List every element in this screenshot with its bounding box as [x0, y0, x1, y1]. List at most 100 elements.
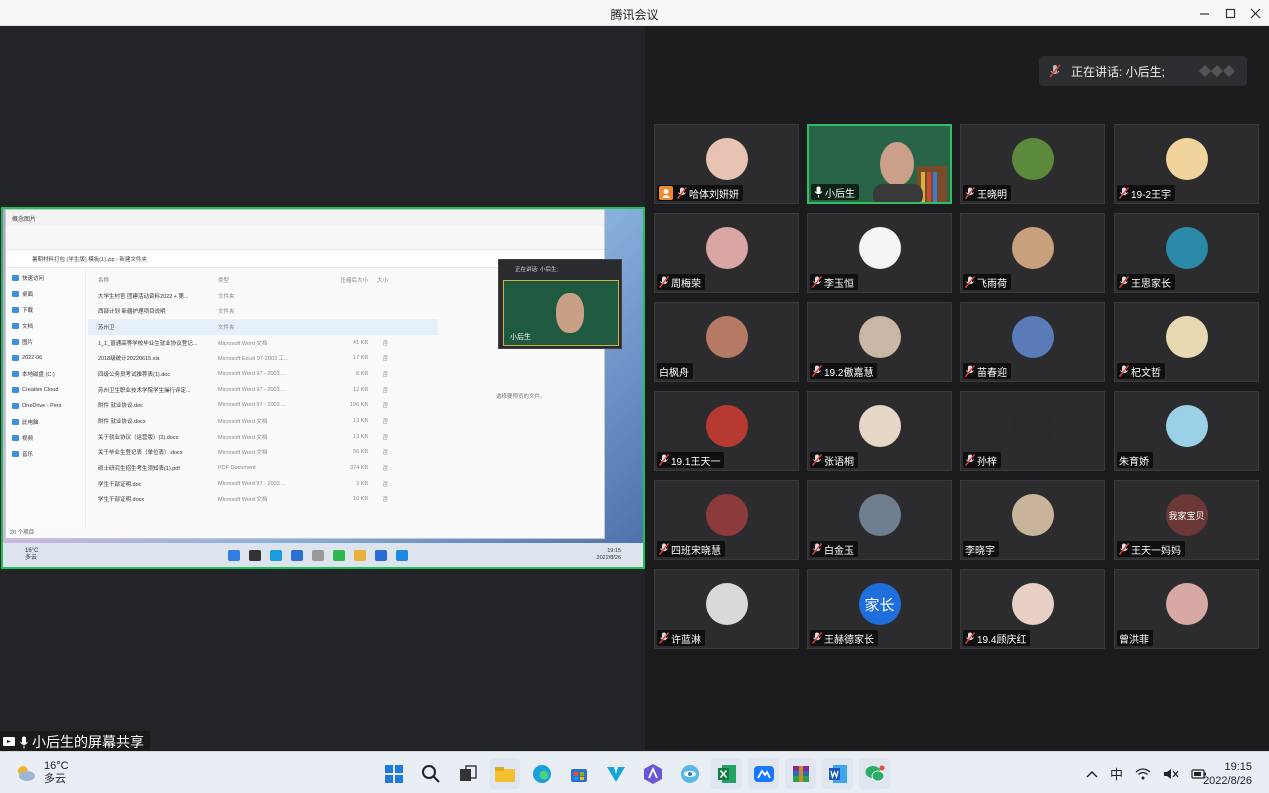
participant-tile[interactable]: 白金玉	[807, 480, 952, 560]
explorer-file-name: 关于就业协议（运营版）(2).docx	[98, 434, 179, 441]
participant-name: 李晓宇	[965, 545, 995, 557]
participant-tile[interactable]: 李晓宇	[960, 480, 1105, 560]
explorer-file-z: 否	[382, 387, 388, 394]
wechat-button[interactable]	[859, 758, 890, 789]
mic-muted-icon	[1119, 543, 1129, 555]
vector-app-button[interactable]	[600, 758, 631, 789]
participant-tile[interactable]: 张语桐	[807, 391, 952, 471]
participant-name: 周梅荣	[671, 278, 701, 290]
participant-tile[interactable]: 王晓明	[960, 124, 1105, 204]
shared-screen[interactable]: 概念图片 暑期材料打包 (学生版) 模板(1).zip › 新建文件夹 快速访问…	[1, 207, 645, 569]
mic-muted-icon	[965, 632, 975, 644]
explorer-file-z: 否	[382, 371, 388, 378]
store-button[interactable]	[563, 758, 594, 789]
close-icon	[1250, 8, 1260, 18]
explorer-nav-item: 下载	[12, 304, 79, 316]
chevron-up-icon[interactable]	[1086, 769, 1098, 779]
participant-tile[interactable]: 四班宋晓慧	[654, 480, 799, 560]
close-button[interactable]	[1241, 3, 1269, 23]
edge-icon	[532, 764, 551, 783]
explorer-file-row: 西部计划 新疆护理项目说明 文件夹	[88, 303, 438, 319]
shared-weather: 16°C 多云	[25, 548, 38, 562]
tencent-meeting-button[interactable]	[748, 758, 779, 789]
store-icon	[570, 768, 587, 782]
participant-tile[interactable]: 19.4顾庆红	[960, 569, 1105, 649]
participant-tile[interactable]: 小后生	[807, 124, 952, 204]
start-button[interactable]	[378, 758, 409, 789]
participant-tile[interactable]: 白枫舟	[654, 302, 799, 382]
folder-icon	[12, 323, 19, 329]
explorer-file-type: Microsoft Word 97 - 2003 ...	[218, 402, 286, 409]
participant-tile[interactable]: 孙梓	[960, 391, 1105, 471]
winrar-button[interactable]	[785, 758, 816, 789]
task-view-button[interactable]	[452, 758, 483, 789]
explorer-file-type: Microsoft Word 97 - 2003 ...	[218, 386, 286, 393]
participant-tile[interactable]: 朱育娇	[1114, 391, 1259, 471]
volume-muted-icon[interactable]	[1163, 768, 1179, 780]
search-icon	[421, 764, 440, 783]
participant-tile[interactable]: 19.1王天一	[654, 391, 799, 471]
excel-button[interactable]	[711, 758, 742, 789]
participant-tile[interactable]: 周梅荣	[654, 213, 799, 293]
start-icon	[384, 764, 403, 783]
participant-tile[interactable]: 杞文哲	[1114, 302, 1259, 382]
explorer-file-z: 否	[382, 466, 388, 473]
explorer-nav-label: 文档	[22, 324, 34, 330]
arc-app-button[interactable]	[637, 758, 668, 789]
mic-muted-icon	[659, 276, 669, 288]
explorer-file-type: 文件夹	[218, 309, 235, 316]
browser-app-button[interactable]	[674, 758, 705, 789]
explorer-file-z: 否	[382, 481, 388, 488]
participant-tile[interactable]: 许蓝淋	[654, 569, 799, 649]
participant-tile[interactable]: 我家宝贝 王天一妈妈	[1114, 480, 1259, 560]
participant-name: 白枫舟	[659, 367, 689, 379]
explorer-nav-label: 图片	[22, 340, 34, 346]
mic-muted-icon	[812, 543, 822, 555]
maximize-button[interactable]	[1216, 3, 1244, 23]
shared-taskbar: 16°C 多云 19:15 2022/8/26	[3, 543, 643, 567]
participant-tile[interactable]: 苗春迎	[960, 302, 1105, 382]
search-button[interactable]	[415, 758, 446, 789]
participant-tile[interactable]: 19.2傲嘉慧	[807, 302, 952, 382]
screen-share-pane: 概念图片 暑期材料打包 (学生版) 模板(1).zip › 新建文件夹 快速访问…	[0, 26, 645, 751]
shared-time: 19:15	[607, 548, 621, 554]
taskbar-clock[interactable]: 19:15 2022/8/26	[1203, 760, 1252, 788]
participant-name: 白金玉	[824, 545, 854, 557]
participant-tile[interactable]: 家长 王赫德家长	[807, 569, 952, 649]
minimize-button[interactable]	[1190, 3, 1218, 23]
explorer-file-row: 关于就业协议（运营版）(2).docx Microsoft Word 文档 13 K…	[88, 429, 438, 445]
folder-icon	[12, 371, 19, 377]
word-button[interactable]	[822, 758, 853, 789]
explorer-nav-label: 2022-06	[22, 355, 43, 361]
explorer-file-name: 苏州卫	[98, 324, 115, 331]
participant-nameplate: 孙梓	[963, 452, 1001, 468]
participant-name: 王天一妈妈	[1131, 545, 1181, 557]
mic-muted-icon	[965, 187, 975, 199]
shared-folder-icon	[354, 550, 366, 561]
explorer-file-size: 12 KB	[353, 386, 368, 393]
avatar-text: 家长	[864, 596, 895, 614]
weather-widget[interactable]: 16°C 多云	[14, 760, 69, 786]
participant-tile[interactable]: 哈体刘妍妍	[654, 124, 799, 204]
ime-indicator[interactable]: 中	[1110, 764, 1123, 783]
participant-tile[interactable]: 王思家长	[1114, 213, 1259, 293]
participant-nameplate: 飞雨荷	[963, 274, 1011, 290]
shared-search-icon	[249, 550, 261, 561]
participant-tile[interactable]: 19-2王宇	[1114, 124, 1259, 204]
participant-avatar	[1011, 316, 1054, 358]
wifi-icon[interactable]	[1135, 767, 1151, 780]
participant-tile[interactable]: 飞雨荷	[960, 213, 1105, 293]
explorer-file-size: 196 KB	[349, 402, 368, 409]
file-explorer-button[interactable]	[489, 758, 520, 789]
browser-app-icon	[680, 764, 699, 783]
mic-muted-icon	[659, 454, 669, 466]
participant-tile[interactable]: 曾洪菲	[1114, 569, 1259, 649]
participant-tile[interactable]: 李玉恒	[807, 213, 952, 293]
mini-name: 小后生	[510, 334, 531, 341]
edge-button[interactable]	[526, 758, 557, 789]
taskbar-apps	[378, 758, 890, 789]
participant-avatar	[1011, 583, 1054, 625]
wechat-icon	[865, 765, 884, 781]
mic-muted-icon	[812, 276, 822, 288]
host-icon	[659, 186, 673, 200]
